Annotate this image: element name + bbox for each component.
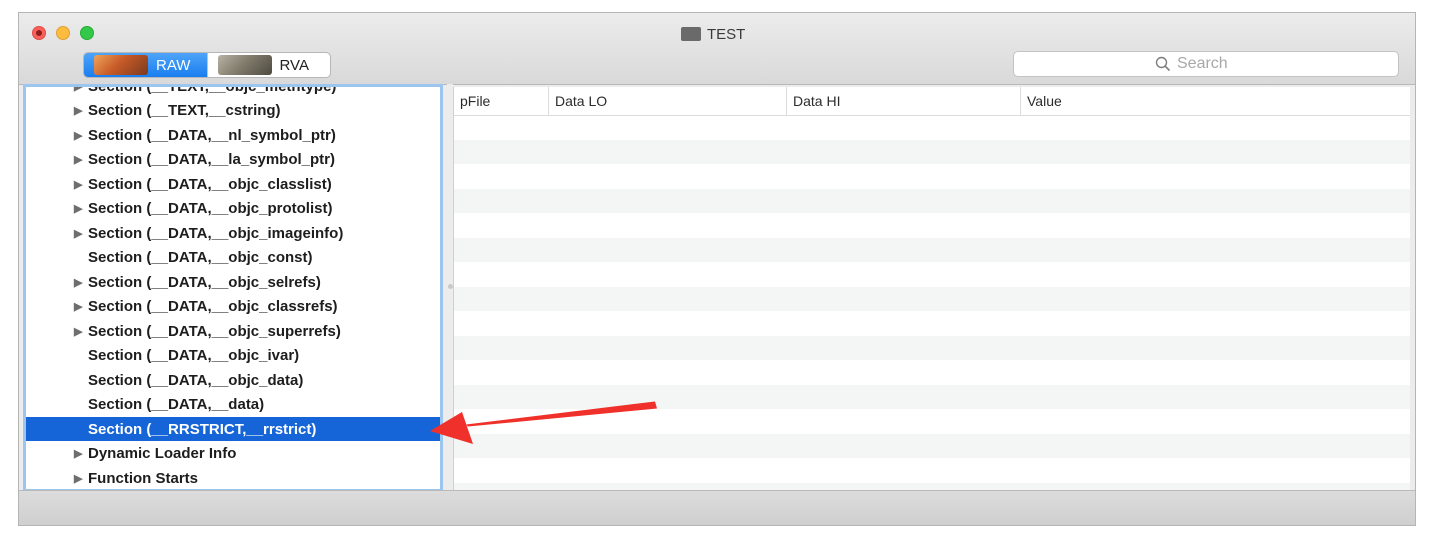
tree-row-label: Section (__DATA,__objc_ivar) — [88, 347, 300, 364]
search-input[interactable] — [1177, 55, 1257, 73]
section-tree-outline[interactable]: ▶ Section (__TEXT,__objc_methtype) ▶ Sectio… — [23, 84, 443, 492]
tree-row[interactable]: ▶ Function Starts — [26, 466, 440, 489]
tree-row-label: Section (__TEXT,__cstring) — [88, 102, 281, 119]
tree-row[interactable]: ▶ Section (__DATA,__objc_classrefs) — [26, 295, 440, 319]
column-header-data-hi[interactable]: Data HI — [786, 87, 1020, 115]
tree-row-label: Section (__DATA,__la_symbol_ptr) — [88, 151, 336, 168]
disclosure-triangle-icon[interactable]: ▶ — [74, 472, 84, 485]
search-icon — [1155, 56, 1171, 72]
tree-row[interactable]: Section (__RRSTRICT,__rrstrict) — [26, 417, 440, 441]
raw-segment-label: RAW — [156, 56, 191, 74]
tree-row[interactable]: ▶ Section (__DATA,__objc_classlist) — [26, 172, 440, 196]
document-icon — [681, 27, 701, 41]
tree-row-label: Section (__DATA,__objc_classrefs) — [88, 298, 338, 315]
table-row-stripe — [454, 335, 1410, 360]
tree-row[interactable]: ▶ Section (__TEXT,__objc_methtype) — [26, 84, 440, 98]
tree-row-label: Section (__DATA,__objc_superrefs) — [88, 322, 341, 340]
rva-segment-label: RVA — [279, 56, 309, 74]
column-header-pfile[interactable]: pFile — [454, 87, 548, 115]
table-row-stripe — [454, 384, 1410, 409]
address-mode-segmented-control: RAW RVA — [83, 52, 331, 78]
disclosure-triangle-icon[interactable]: ▶ — [74, 276, 84, 289]
disclosure-triangle-icon[interactable]: ▶ — [74, 325, 84, 338]
app-window: TEST RAW RVA ▶ Section (__TEXT,__objc_met… — [18, 12, 1416, 526]
tree-row[interactable]: ▶ Section (__DATA,__objc_imageinfo) — [26, 221, 440, 245]
rva-thumbnail-icon — [217, 55, 272, 75]
tree-row-label: Section (__DATA,__objc_protolist) — [88, 200, 333, 217]
disclosure-triangle-icon[interactable]: ▶ — [74, 300, 84, 313]
status-bar — [19, 490, 1415, 525]
tree-row[interactable]: ▶ Section (__DATA,__objc_protolist) — [26, 197, 440, 221]
disclosure-triangle-icon[interactable]: ▶ — [74, 87, 84, 93]
table-row-stripe — [454, 286, 1410, 311]
tree-row-label: Section (__DATA,__objc_selrefs) — [88, 273, 321, 291]
disclosure-triangle-icon[interactable]: ▶ — [74, 104, 84, 117]
tree-row[interactable]: ▶ Section (__DATA,__nl_symbol_ptr) — [26, 123, 440, 147]
table-row-stripe — [454, 139, 1410, 164]
tree-row[interactable]: Section (__DATA,__data) — [26, 393, 440, 417]
disclosure-triangle-icon[interactable]: ▶ — [74, 202, 84, 215]
tree-row[interactable]: Section (__DATA,__objc_data) — [26, 368, 440, 392]
title-bar: TEST RAW RVA — [19, 13, 1415, 85]
search-field[interactable] — [1013, 51, 1399, 77]
tree-row-label: Section (__DATA,__data) — [88, 396, 265, 413]
table-row-stripe — [454, 188, 1410, 213]
window-title: TEST — [681, 24, 745, 44]
tree-row-label: Dynamic Loader Info — [88, 445, 237, 462]
tree-row-label: Section (__DATA,__objc_data) — [88, 371, 304, 389]
disclosure-triangle-icon[interactable]: ▶ — [74, 129, 84, 142]
tree-row[interactable]: ▶ Section (__DATA,__la_symbol_ptr) — [26, 148, 440, 172]
raw-segment-button[interactable]: RAW — [84, 53, 207, 77]
table-row-stripe — [454, 237, 1410, 262]
tree-row[interactable]: ▶ Dynamic Loader Info — [26, 442, 440, 466]
tree-row-label: Section (__TEXT,__objc_methtype) — [88, 84, 337, 95]
zoom-window-button[interactable] — [80, 26, 94, 40]
data-table[interactable]: pFile Data LO Data HI Value — [453, 87, 1410, 491]
tree-row-label: Section (__DATA,__nl_symbol_ptr) — [88, 126, 336, 144]
tree-row-label: Section (__DATA,__objc_const) — [88, 249, 313, 266]
tree-row[interactable]: ▶ Section (__DATA,__objc_superrefs) — [26, 319, 440, 343]
tree-row-label: Section (__DATA,__objc_classlist) — [88, 175, 332, 193]
minimize-window-button[interactable] — [56, 26, 70, 40]
disclosure-triangle-icon[interactable]: ▶ — [74, 227, 84, 240]
tree-row[interactable]: Section (__DATA,__objc_const) — [26, 246, 440, 270]
tree-row-label: Section (__RRSTRICT,__rrstrict) — [88, 420, 317, 438]
disclosure-triangle-icon[interactable]: ▶ — [74, 153, 84, 166]
tree-row-label: Section (__DATA,__objc_imageinfo) — [88, 224, 344, 242]
window-title-text: TEST — [707, 25, 746, 43]
disclosure-triangle-icon[interactable]: ▶ — [74, 178, 84, 191]
tree-row[interactable]: ▶ Section (__DATA,__objc_selrefs) — [26, 270, 440, 294]
rva-segment-button[interactable]: RVA — [206, 53, 331, 77]
close-window-button[interactable] — [32, 26, 46, 40]
raw-thumbnail-icon — [94, 55, 148, 75]
disclosure-triangle-icon[interactable]: ▶ — [74, 447, 84, 460]
column-header-value[interactable]: Value — [1020, 87, 1410, 115]
tree-row-label: Function Starts — [88, 469, 199, 487]
tree-row[interactable]: Section (__DATA,__objc_ivar) — [26, 344, 440, 368]
table-header: pFile Data LO Data HI Value — [454, 87, 1410, 116]
table-row-stripe — [454, 433, 1410, 458]
column-header-data-lo[interactable]: Data LO — [548, 87, 786, 115]
tree-row[interactable]: ▶ Section (__TEXT,__cstring) — [26, 99, 440, 123]
